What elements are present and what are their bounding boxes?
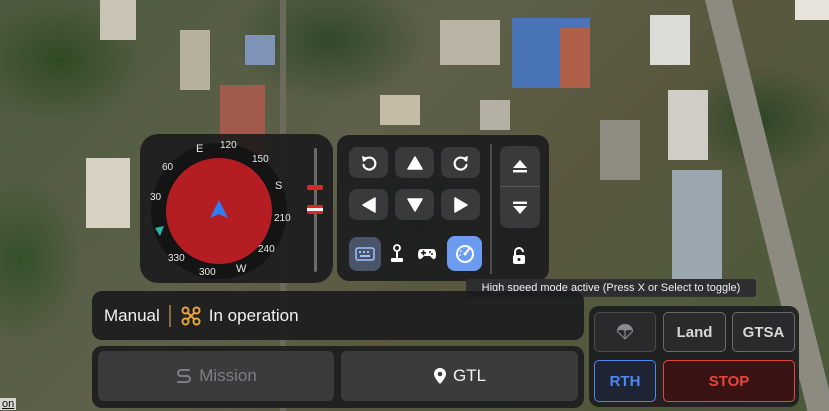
rotate-ccw-icon — [361, 155, 376, 171]
gamepad-mode-button[interactable] — [413, 237, 441, 271]
rotate-left-button[interactable] — [349, 147, 388, 178]
arrow-up-icon — [406, 155, 423, 170]
altitude-current-marker[interactable] — [307, 205, 323, 214]
heading-tick: 150 — [252, 154, 269, 165]
keyboard-icon — [355, 247, 375, 261]
building — [668, 90, 708, 160]
panel-divider — [490, 144, 492, 274]
building — [180, 30, 210, 90]
building — [560, 28, 590, 88]
heading-tick: 300 — [199, 267, 216, 278]
descend-button[interactable] — [500, 187, 540, 228]
building — [795, 0, 829, 20]
building — [600, 120, 640, 180]
rotate-right-button[interactable] — [441, 147, 480, 178]
heading-tick: 240 — [258, 244, 275, 255]
forward-button[interactable] — [395, 147, 434, 178]
flight-status-bar: Manual In operation — [92, 291, 584, 340]
parachute-icon — [616, 324, 634, 340]
building — [672, 170, 722, 280]
direction-pad — [349, 147, 481, 225]
stop-button[interactable]: STOP — [663, 360, 795, 402]
map-attribution-link[interactable]: on — [0, 398, 17, 410]
route-icon — [175, 367, 193, 385]
controls-lock-button[interactable] — [509, 246, 529, 271]
gtl-button[interactable]: GTL — [341, 351, 578, 401]
drone-icon — [181, 306, 201, 325]
arrow-right-icon — [453, 196, 468, 213]
parachute-button[interactable] — [594, 312, 656, 352]
land-button[interactable]: Land — [663, 312, 726, 352]
map-pin-icon — [433, 367, 447, 385]
rth-button[interactable]: RTH — [594, 360, 656, 402]
status-divider — [168, 304, 171, 327]
heading-tick: 30 — [150, 192, 162, 203]
altitude-slider[interactable] — [305, 148, 327, 272]
right-button[interactable] — [441, 189, 480, 220]
gtsa-button[interactable]: GTSA — [732, 312, 795, 352]
building — [100, 0, 136, 40]
rotate-cw-icon — [453, 155, 468, 171]
altitude-target-marker[interactable] — [307, 185, 323, 190]
joystick-mode-button[interactable] — [385, 237, 409, 271]
high-speed-mode-button[interactable] — [447, 236, 482, 271]
gamepad-icon — [418, 249, 436, 260]
backward-button[interactable] — [395, 189, 434, 220]
arrow-down-icon — [406, 197, 423, 212]
heading-tick: 60 — [162, 162, 174, 173]
left-button[interactable] — [349, 189, 388, 220]
cardinal-west: W — [236, 263, 247, 275]
unlock-icon — [513, 247, 525, 264]
mission-button[interactable]: Mission — [98, 351, 334, 401]
keyboard-mode-button[interactable] — [349, 237, 381, 271]
heading-tick: 210 — [274, 213, 291, 224]
gtl-label: GTL — [452, 366, 487, 385]
emergency-action-panel: Land GTSA RTH STOP — [589, 306, 799, 407]
mission-label: Mission — [199, 366, 257, 385]
eject-down-icon — [513, 201, 527, 214]
cardinal-south: S — [275, 180, 282, 192]
heading-tick: 120 — [220, 140, 237, 151]
navigation-bar: Mission GTL — [92, 346, 584, 408]
cardinal-east: E — [196, 143, 203, 155]
joystick-icon — [391, 244, 403, 262]
operation-state-label: In operation — [208, 305, 299, 325]
heading-tick: 330 — [168, 253, 185, 264]
altitude-control-group — [500, 146, 540, 228]
building — [245, 35, 275, 65]
building — [480, 100, 510, 130]
building — [650, 15, 690, 65]
building — [86, 158, 130, 228]
ascend-button[interactable] — [500, 146, 540, 186]
building — [380, 95, 420, 125]
eject-up-icon — [513, 160, 527, 173]
flight-mode-label: Manual — [104, 305, 160, 325]
arrow-left-icon — [361, 196, 376, 213]
building — [440, 20, 500, 65]
speedometer-icon — [455, 244, 474, 263]
